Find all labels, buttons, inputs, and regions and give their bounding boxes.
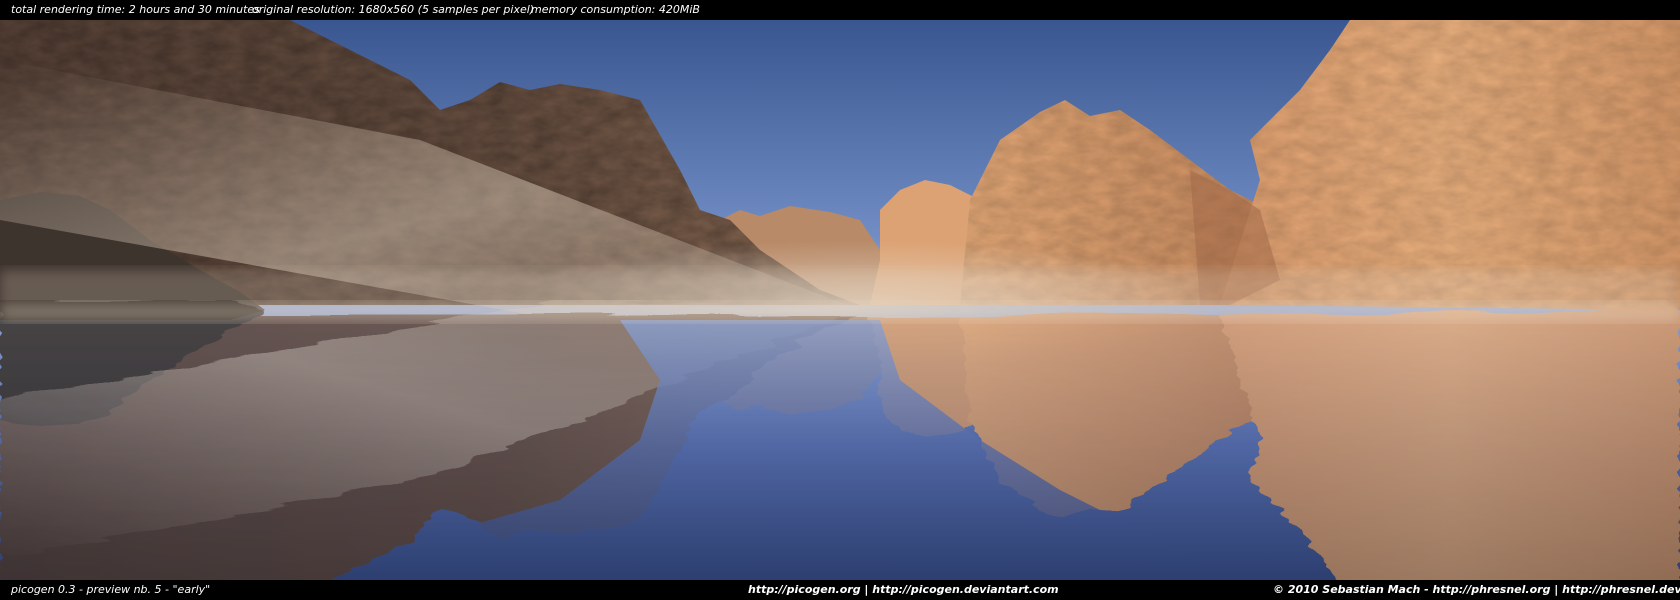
picogen-links[interactable]: http://picogen.org | http://picogen.devi… (748, 580, 1059, 600)
rendered-landscape-image (0, 20, 1680, 580)
render-title-text: picogen 0.3 - preview nb. 5 - "early" (11, 583, 211, 596)
render-frame: total rendering time: 2 hours and 30 min… (0, 0, 1680, 600)
render-info-bar: total rendering time: 2 hours and 30 min… (0, 0, 1680, 20)
credits-bar: picogen 0.3 - preview nb. 5 - "early" ht… (0, 580, 1680, 600)
copyright-text[interactable]: © 2010 Sebastian Mach - http://phresnel.… (1273, 580, 1680, 600)
resolution-text: original resolution: 1680x560 (5 samples… (252, 3, 535, 16)
render-time-text: total rendering time: 2 hours and 30 min… (11, 3, 260, 16)
memory-text: memory consumption: 420MiB (531, 3, 700, 16)
